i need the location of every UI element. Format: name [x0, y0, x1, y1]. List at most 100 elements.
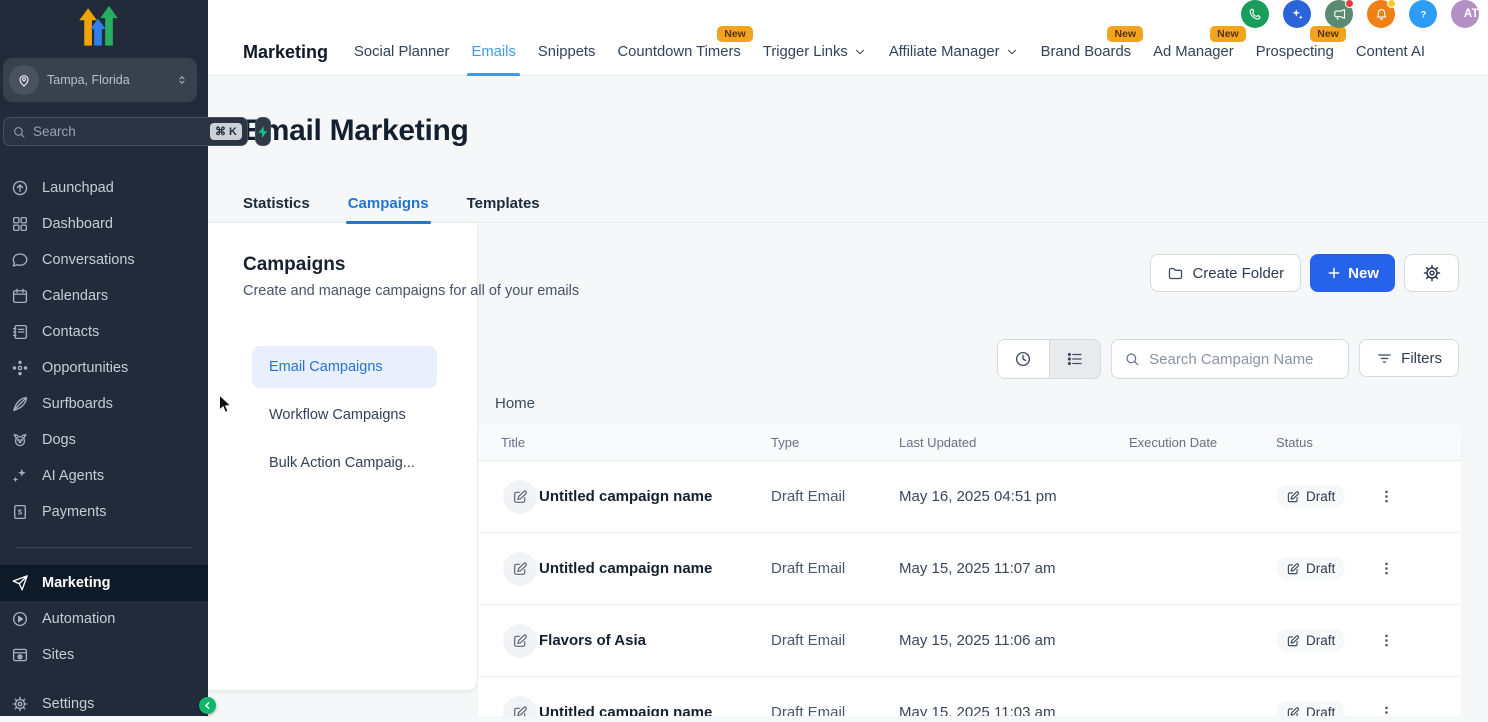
nav-item[interactable]: Brand Boards New: [1041, 28, 1131, 76]
campaign-type-item[interactable]: Bulk Action Campaig...: [252, 442, 437, 484]
gear-icon: [1422, 263, 1442, 283]
nav-item[interactable]: Snippets: [538, 28, 596, 76]
campaign-type-item[interactable]: Workflow Campaigns: [252, 394, 437, 436]
top-header: Marketing Social Planner Emails Snippets…: [208, 0, 1488, 76]
table-row[interactable]: Untitled campaign name Draft Email May 1…: [478, 677, 1461, 716]
sidebar-item[interactable]: Contacts: [0, 314, 208, 350]
nav-item[interactable]: Countdown Timers New: [617, 28, 740, 76]
create-folder-button[interactable]: Create Folder: [1150, 254, 1301, 292]
status-badge[interactable]: Draft: [1276, 629, 1345, 652]
row-menu-button[interactable]: [1372, 483, 1400, 511]
row-menu-button[interactable]: [1372, 699, 1400, 717]
sidebar-item[interactable]: Surfboards: [0, 386, 208, 422]
nav-item[interactable]: Content AI: [1356, 28, 1425, 76]
page-tabs: Statistics Campaigns Templates: [208, 185, 1488, 223]
quick-actions-button[interactable]: [255, 117, 271, 146]
campaign-type: Draft Email: [771, 704, 899, 716]
kebab-icon: [1378, 632, 1395, 649]
table-row[interactable]: Untitled campaign name Draft Email May 1…: [478, 533, 1461, 605]
sidebar-item[interactable]: AI Agents: [0, 458, 208, 494]
account-avatar[interactable]: AT: [1451, 0, 1479, 28]
table-row[interactable]: Flavors of Asia Draft Email May 15, 2025…: [478, 605, 1461, 677]
sidebar-item-label: Settings: [42, 696, 94, 712]
campaign-last-updated: May 15, 2025 11:03 am: [899, 704, 1129, 716]
automation-icon: [11, 610, 29, 628]
phone-icon: [1248, 7, 1263, 22]
sidebar-item[interactable]: Dogs: [0, 422, 208, 458]
sidebar-item-label: Opportunities: [42, 360, 128, 376]
chevron-down-icon: [853, 45, 867, 59]
conversations-icon: [11, 251, 29, 269]
phone-button[interactable]: [1241, 0, 1269, 28]
nav-item-label: Brand Boards: [1041, 44, 1131, 60]
campaign-title[interactable]: Untitled campaign name: [539, 488, 771, 505]
sidebar-item[interactable]: Automation: [0, 601, 208, 637]
sidebar-item[interactable]: Calendars: [0, 278, 208, 314]
campaign-type-item[interactable]: Email Campaigns: [252, 346, 437, 388]
sidebar-search[interactable]: ⌘ K: [3, 117, 248, 146]
campaign-search-input[interactable]: [1149, 351, 1338, 368]
new-badge: New: [717, 26, 753, 42]
page-tab[interactable]: Campaigns: [348, 185, 429, 223]
breadcrumb[interactable]: Home: [495, 395, 535, 412]
ai-assistant-button[interactable]: [1283, 0, 1311, 28]
edit-icon: [512, 633, 528, 649]
sidebar-item-label: Launchpad: [42, 180, 114, 196]
nav-item[interactable]: Social Planner: [354, 28, 449, 76]
notifications-button[interactable]: [1367, 0, 1395, 28]
sidebar-item-label: Automation: [42, 611, 115, 627]
status-badge[interactable]: Draft: [1276, 557, 1345, 580]
announcements-button[interactable]: [1325, 0, 1353, 28]
nav-item[interactable]: Prospecting New: [1256, 28, 1334, 76]
recent-view-button[interactable]: [998, 340, 1049, 378]
help-button[interactable]: ?: [1409, 0, 1437, 28]
nav-title: Marketing: [243, 42, 328, 63]
sidebar-item[interactable]: Launchpad: [0, 170, 208, 206]
edit-icon: [1286, 490, 1300, 504]
campaign-search[interactable]: [1111, 339, 1349, 379]
table-row[interactable]: Untitled campaign name Draft Email May 1…: [478, 461, 1461, 533]
sidebar-item[interactable]: Dashboard: [0, 206, 208, 242]
sidebar-collapse-button[interactable]: [199, 697, 216, 714]
new-campaign-button[interactable]: New: [1310, 254, 1395, 292]
nav-item[interactable]: Affiliate Manager: [889, 28, 1019, 76]
sidebar-item-label: Dogs: [42, 432, 76, 448]
campaign-settings-button[interactable]: [1404, 254, 1459, 292]
sidebar-item[interactable]: Marketing: [0, 565, 208, 601]
sidebar-item-label: Payments: [42, 504, 106, 520]
svg-text:?: ?: [1420, 9, 1426, 19]
sidebar-item-settings[interactable]: Settings: [0, 686, 208, 722]
location-city: Tampa, Florida: [47, 73, 130, 87]
nav-item[interactable]: Ad Manager New: [1153, 28, 1234, 76]
payments-icon: $: [11, 503, 29, 521]
sidebar-item[interactable]: $ Payments: [0, 494, 208, 530]
sidebar-item[interactable]: Sites: [0, 637, 208, 673]
filters-button[interactable]: Filters: [1359, 339, 1459, 377]
page-tab[interactable]: Templates: [467, 185, 540, 223]
edit-icon: [512, 489, 528, 505]
page-tab[interactable]: Statistics: [243, 185, 310, 223]
status-badge[interactable]: Draft: [1276, 701, 1345, 716]
campaign-title[interactable]: Untitled campaign name: [539, 560, 771, 577]
notification-dot: [1387, 0, 1396, 8]
campaign-title[interactable]: Untitled campaign name: [539, 704, 771, 716]
edit-icon: [1286, 706, 1300, 717]
list-view-button[interactable]: [1049, 340, 1101, 378]
sidebar-search-input[interactable]: [33, 124, 210, 139]
campaign-title[interactable]: Flavors of Asia: [539, 632, 771, 649]
nav-item-label: Prospecting: [1256, 44, 1334, 60]
kebab-icon: [1378, 488, 1395, 505]
status-badge[interactable]: Draft: [1276, 485, 1345, 508]
plus-icon: [1326, 265, 1342, 281]
location-switcher[interactable]: Tampa, Florida: [3, 58, 197, 102]
row-menu-button[interactable]: [1372, 627, 1400, 655]
sidebar-item[interactable]: Opportunities: [0, 350, 208, 386]
row-menu-button[interactable]: [1372, 555, 1400, 583]
sidebar-item[interactable]: Conversations: [0, 242, 208, 278]
surfboard-icon: [11, 395, 29, 413]
nav-item[interactable]: Trigger Links: [763, 28, 867, 76]
bell-icon: [1374, 7, 1389, 22]
svg-text:$: $: [18, 508, 23, 517]
main-content: Email Marketing Statistics Campaigns Tem…: [208, 76, 1488, 716]
nav-item[interactable]: Emails: [471, 28, 515, 76]
